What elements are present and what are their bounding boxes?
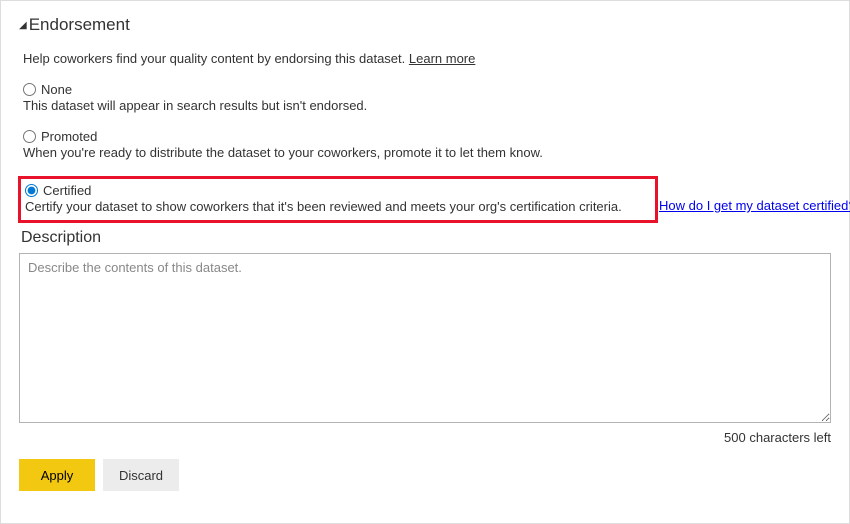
learn-more-link[interactable]: Learn more	[409, 51, 475, 66]
option-promoted: Promoted When you're ready to distribute…	[23, 129, 831, 160]
option-certified-label: Certified	[43, 183, 91, 198]
radio-promoted[interactable]	[23, 130, 36, 143]
option-none-desc: This dataset will appear in search resul…	[23, 98, 831, 113]
option-certified: Certified Certify your dataset to show c…	[25, 183, 651, 214]
option-none: None This dataset will appear in search …	[23, 82, 831, 113]
certified-help-link[interactable]: How do I get my dataset certified?	[659, 198, 850, 213]
character-count: 500 characters left	[19, 430, 831, 445]
option-none-label: None	[41, 82, 72, 97]
description-label: Description	[21, 229, 831, 247]
collapse-toggle-icon: ◢	[19, 20, 27, 31]
description-textarea[interactable]	[19, 253, 831, 423]
option-promoted-desc: When you're ready to distribute the data…	[23, 145, 831, 160]
option-certified-desc: Certify your dataset to show coworkers t…	[25, 199, 651, 214]
option-certified-wrap: Certified Certify your dataset to show c…	[19, 176, 831, 223]
radio-certified[interactable]	[25, 184, 38, 197]
intro-text: Help coworkers find your quality content…	[23, 51, 831, 66]
highlight-box: Certified Certify your dataset to show c…	[18, 176, 658, 223]
option-promoted-label: Promoted	[41, 129, 97, 144]
apply-button[interactable]: Apply	[19, 459, 95, 491]
option-none-row[interactable]: None	[23, 82, 831, 97]
button-row: Apply Discard	[19, 459, 831, 491]
option-promoted-row[interactable]: Promoted	[23, 129, 831, 144]
endorsement-panel: ◢ Endorsement Help coworkers find your q…	[0, 0, 850, 524]
section-title: Endorsement	[29, 15, 130, 35]
discard-button[interactable]: Discard	[103, 459, 179, 491]
section-header[interactable]: ◢ Endorsement	[19, 15, 831, 35]
radio-none[interactable]	[23, 83, 36, 96]
option-certified-row[interactable]: Certified	[25, 183, 651, 198]
